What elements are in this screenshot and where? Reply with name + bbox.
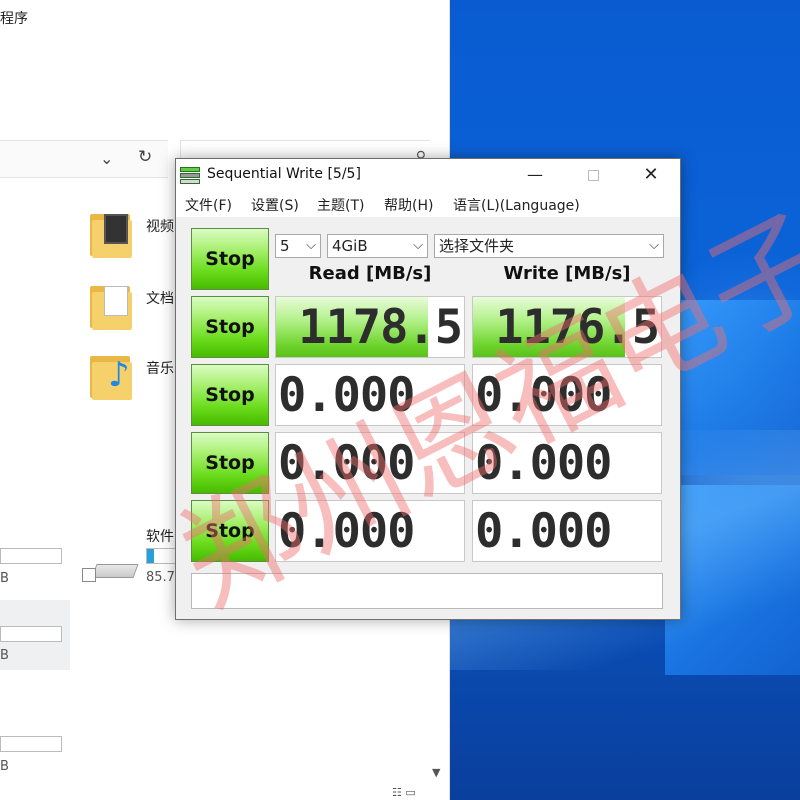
target-folder-select[interactable]: 选择文件夹 ⌵ — [434, 234, 664, 258]
maximize-icon[interactable] — [570, 163, 616, 187]
write-value-row-2: 0.000 — [475, 367, 612, 423]
drive-usage-bar — [146, 548, 176, 564]
diskmark-window: Sequential Write [5/5] — ✕ 文件(F) 设置(S) 主… — [175, 158, 681, 620]
write-value-row-4: 0.000 — [475, 503, 612, 559]
read-value-row-3: 0.000 — [278, 435, 415, 491]
write-result-row-1: 1176.5 — [472, 296, 662, 358]
close-icon[interactable]: ✕ — [628, 163, 674, 187]
test-count-select[interactable]: 5 ⌵ — [275, 234, 321, 258]
drive-usage-bar — [0, 626, 62, 642]
read-result-row-2: 0.000 — [275, 364, 465, 426]
scroll-down-icon[interactable]: ▼ — [432, 766, 440, 779]
refresh-icon[interactable]: ↻ — [138, 147, 152, 167]
drive-size-text: B — [0, 648, 9, 663]
folder-label-documents[interactable]: 文档 — [146, 288, 174, 308]
drive-free-text: 85.7 — [146, 570, 175, 585]
read-result-row-3: 0.000 — [275, 432, 465, 494]
read-value-row-4: 0.000 — [278, 503, 415, 559]
comment-input[interactable] — [191, 573, 663, 609]
chevron-down-icon[interactable]: ⌄ — [100, 149, 113, 168]
write-value-row-3: 0.000 — [475, 435, 612, 491]
menu-theme[interactable]: 主题(T) — [317, 195, 364, 215]
read-header: Read [MB/s] — [308, 263, 432, 284]
menu-help[interactable]: 帮助(H) — [384, 195, 433, 215]
read-result-row-1: 1178.5 — [275, 296, 465, 358]
drive-size-text: B — [0, 571, 9, 586]
view-mode-icon[interactable]: ☷ ▭ — [392, 786, 416, 799]
stop-button-row-2[interactable]: Stop — [191, 364, 269, 426]
folder-icon-videos[interactable] — [90, 210, 132, 258]
menu-bar: 文件(F) 设置(S) 主题(T) 帮助(H) 语言(L)(Language) — [176, 191, 680, 217]
menu-file[interactable]: 文件(F) — [185, 195, 232, 215]
title-bar[interactable]: Sequential Write [5/5] — ✕ — [176, 159, 680, 191]
read-value-row-2: 0.000 — [278, 367, 415, 423]
drive-usage-bar — [0, 548, 62, 564]
stop-button-row-1[interactable]: Stop — [191, 296, 269, 358]
drive-label[interactable]: 软件 — [146, 526, 174, 546]
test-size-select[interactable]: 4GiB ⌵ — [327, 234, 428, 258]
read-value-row-1: 1178.5 — [298, 299, 463, 355]
chevron-down-icon: ⌵ — [413, 238, 423, 253]
drive-size-text: B — [0, 759, 9, 774]
stop-button-row-3[interactable]: Stop — [191, 432, 269, 494]
app-icon — [180, 167, 200, 185]
write-result-row-3: 0.000 — [472, 432, 662, 494]
folder-icon-music[interactable]: ♪ — [90, 352, 132, 400]
hard-drive-icon[interactable] — [80, 562, 139, 584]
address-bar[interactable]: ⌄ ↻ — [0, 140, 168, 178]
write-header: Write [MB/s] — [503, 263, 631, 284]
write-result-row-2: 0.000 — [472, 364, 662, 426]
write-result-row-4: 0.000 — [472, 500, 662, 562]
menu-language[interactable]: 语言(L)(Language) — [453, 195, 580, 215]
write-value-row-1: 1176.5 — [495, 299, 660, 355]
stop-button-row-4[interactable]: Stop — [191, 500, 269, 562]
folder-icon-documents[interactable] — [90, 282, 132, 330]
explorer-title: 程序 — [0, 11, 28, 27]
read-result-row-4: 0.000 — [275, 500, 465, 562]
minimize-icon[interactable]: — — [512, 163, 558, 187]
folder-label-videos[interactable]: 视频 — [146, 216, 174, 236]
chevron-down-icon: ⌵ — [649, 238, 659, 253]
folder-label-music[interactable]: 音乐 — [146, 358, 174, 378]
stop-all-button[interactable]: Stop — [191, 228, 269, 290]
drive-usage-bar — [0, 736, 62, 752]
window-title: Sequential Write [5/5] — [207, 166, 361, 182]
chevron-down-icon: ⌵ — [306, 238, 316, 253]
menu-settings[interactable]: 设置(S) — [251, 195, 299, 215]
